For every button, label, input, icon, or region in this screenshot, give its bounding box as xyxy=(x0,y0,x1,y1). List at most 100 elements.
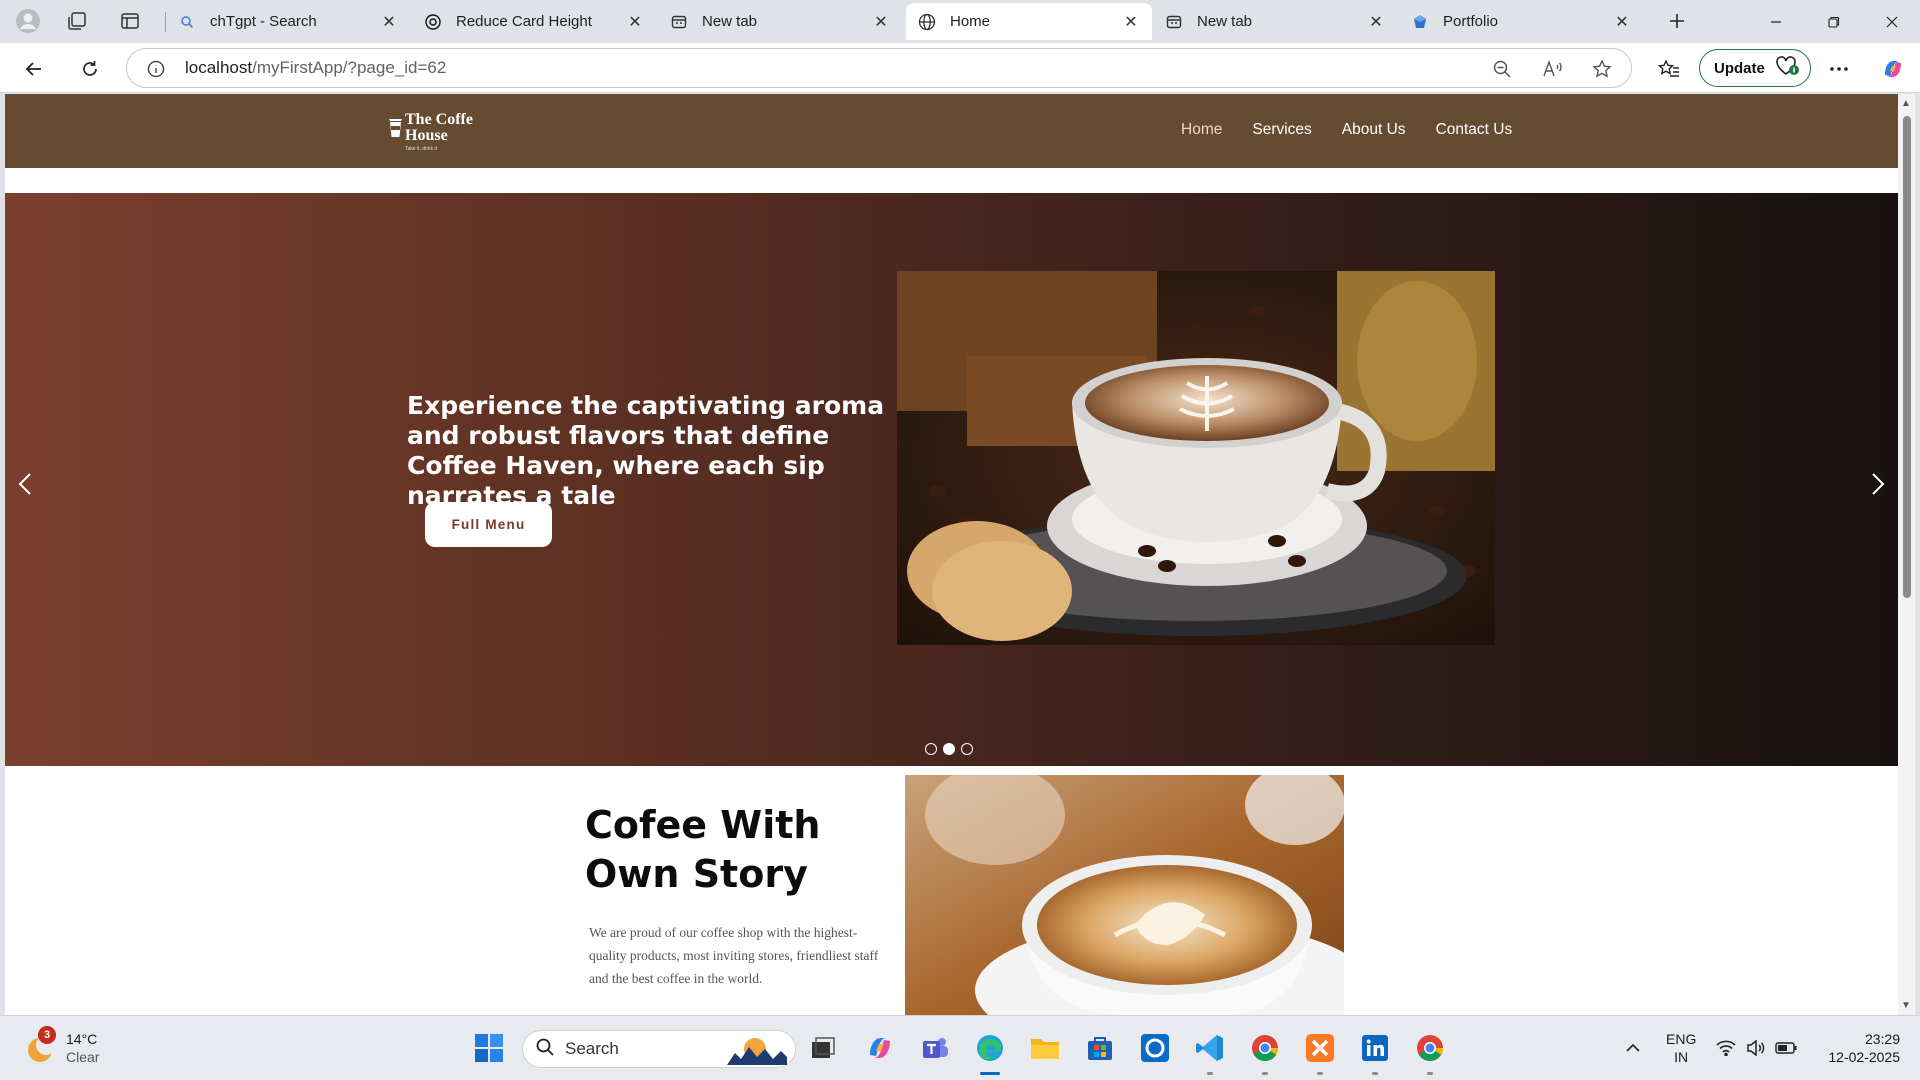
chrome-icon-2[interactable] xyxy=(1412,1030,1448,1075)
restore-icon[interactable] xyxy=(1806,0,1862,43)
browser-toolbar: localhost/myFirstApp/?page_id=62 Update xyxy=(0,43,1920,93)
weather-badge: 3 xyxy=(38,1026,56,1044)
edge-browser-icon[interactable] xyxy=(972,1030,1008,1075)
windows-taskbar: 3 14°C Clear Search ENG IN 23:29 12-02-2… xyxy=(0,1015,1920,1080)
tab-new-tab[interactable]: New tab ✕ xyxy=(658,3,902,40)
nav-home[interactable]: Home xyxy=(1181,121,1222,139)
close-icon[interactable]: ✕ xyxy=(1122,13,1140,31)
carousel-indicators xyxy=(925,743,973,755)
carousel-dot-2[interactable] xyxy=(943,743,955,755)
nav-about-us[interactable]: About Us xyxy=(1342,121,1406,139)
close-icon[interactable]: ✕ xyxy=(872,13,890,31)
carousel-dot-1[interactable] xyxy=(925,743,937,755)
taskbar-search[interactable]: Search xyxy=(522,1030,796,1068)
url-text[interactable]: localhost/myFirstApp/?page_id=62 xyxy=(185,58,446,78)
tab-home[interactable]: Home ✕ xyxy=(906,3,1152,40)
nav-services[interactable]: Services xyxy=(1252,121,1311,139)
zoom-out-icon[interactable] xyxy=(1489,56,1515,82)
refresh-icon[interactable] xyxy=(73,52,107,86)
weather-moon-icon: 3 xyxy=(24,1026,56,1064)
scroll-up-icon[interactable]: ▲ xyxy=(1901,98,1911,109)
hero-headline: Experience the captivating aroma and rob… xyxy=(407,391,885,510)
xampp-icon[interactable] xyxy=(1302,1030,1338,1075)
site-logo[interactable]: The Coffe House Take it, drink it xyxy=(388,112,473,152)
hero-carousel: Experience the captivating aroma and rob… xyxy=(5,193,1898,766)
address-bar[interactable]: localhost/myFirstApp/?page_id=62 xyxy=(126,48,1632,88)
vertical-tabs-icon[interactable] xyxy=(114,6,146,36)
battery-icon[interactable] xyxy=(1768,1030,1804,1066)
tab-portfolio[interactable]: Portfolio ✕ xyxy=(1399,3,1643,40)
language-code: ENG xyxy=(1666,1031,1697,1047)
new-tab-button[interactable] xyxy=(1661,6,1693,36)
search-highlight-icon xyxy=(727,1035,787,1070)
weather-temp: 14°C xyxy=(66,1031,98,1047)
page-viewport: The Coffe House Take it, drink it Home S… xyxy=(5,94,1898,1015)
workspaces-icon[interactable] xyxy=(61,6,93,36)
tab-strip: chTgpt - Search ✕ Reduce Card Height ✕ N… xyxy=(0,0,1920,43)
back-icon[interactable] xyxy=(17,52,51,86)
portfolio-icon xyxy=(1411,13,1429,31)
nav-contact-us[interactable]: Contact Us xyxy=(1436,121,1513,139)
language-indicator[interactable]: ENG IN xyxy=(1666,1030,1696,1066)
favorites-icon[interactable] xyxy=(1652,52,1686,86)
microsoft-store-icon[interactable] xyxy=(1082,1030,1118,1066)
chrome-icon[interactable] xyxy=(1247,1030,1283,1075)
tab-chtgpt-search[interactable]: chTgpt - Search ✕ xyxy=(166,3,410,40)
tab-title: New tab xyxy=(702,13,758,30)
page-scrollbar[interactable]: ▲ ▼ xyxy=(1898,94,1915,1015)
chevron-up-icon[interactable] xyxy=(1615,1030,1651,1066)
full-menu-button[interactable]: Full Menu xyxy=(425,502,552,547)
clock-date: 12-02-2025 xyxy=(1828,1049,1900,1065)
carousel-prev-icon[interactable] xyxy=(10,469,40,499)
url-host: localhost xyxy=(185,58,253,77)
more-options-icon[interactable] xyxy=(1822,52,1856,86)
teams-icon[interactable] xyxy=(917,1030,953,1066)
site-info-icon[interactable] xyxy=(143,56,169,82)
windows-start-icon[interactable] xyxy=(471,1030,507,1066)
close-icon[interactable]: ✕ xyxy=(626,13,644,31)
site-nav: Home Services About Us Contact Us xyxy=(1181,121,1512,139)
coffee-cup-icon xyxy=(388,116,403,143)
update-button[interactable]: Update xyxy=(1699,49,1811,87)
system-clock[interactable]: 23:29 12-02-2025 xyxy=(1818,1030,1900,1066)
file-explorer-icon[interactable] xyxy=(1027,1030,1063,1066)
tab-reduce-card-height[interactable]: Reduce Card Height ✕ xyxy=(412,3,656,40)
carousel-dot-3[interactable] xyxy=(961,743,973,755)
close-icon[interactable]: ✕ xyxy=(1613,13,1631,31)
vscode-icon[interactable] xyxy=(1192,1030,1228,1075)
copilot-icon[interactable] xyxy=(1876,52,1910,86)
close-window-icon[interactable] xyxy=(1864,0,1920,43)
newtab-icon xyxy=(670,13,688,31)
read-aloud-icon[interactable] xyxy=(1540,56,1566,82)
weather-widget[interactable]: 3 14°C Clear xyxy=(24,1026,100,1066)
minimize-icon[interactable] xyxy=(1748,0,1804,43)
story-section: Cofee With Own Story We are proud of our… xyxy=(5,775,1898,1015)
close-icon[interactable]: ✕ xyxy=(1367,13,1385,31)
profile-icon[interactable] xyxy=(12,6,44,36)
logo-line-2: House xyxy=(405,127,448,144)
scroll-down-icon[interactable]: ▼ xyxy=(1901,1000,1911,1011)
chatgpt-icon xyxy=(424,13,442,31)
tab-title: Portfolio xyxy=(1443,13,1499,30)
favorite-star-icon[interactable] xyxy=(1589,56,1615,82)
carousel-next-icon[interactable] xyxy=(1863,469,1893,499)
globe-icon xyxy=(918,13,936,31)
cortana-icon[interactable] xyxy=(1137,1030,1173,1066)
newtab-icon xyxy=(1165,13,1183,31)
site-header: The Coffe House Take it, drink it Home S… xyxy=(5,94,1898,168)
scrollbar-thumb[interactable] xyxy=(1903,116,1911,598)
close-icon[interactable]: ✕ xyxy=(380,13,398,31)
update-label: Update xyxy=(1714,59,1765,77)
tab-new-tab-2[interactable]: New tab ✕ xyxy=(1153,3,1397,40)
clock-time: 23:29 xyxy=(1864,1031,1900,1047)
hero-coffee-image xyxy=(897,271,1495,645)
copilot-app-icon[interactable] xyxy=(862,1030,898,1066)
url-path: /myFirstApp/?page_id=62 xyxy=(252,58,447,77)
linkedin-icon[interactable] xyxy=(1357,1030,1393,1075)
tab-title: New tab xyxy=(1197,13,1253,30)
latte-image xyxy=(905,775,1344,1015)
task-view-icon[interactable] xyxy=(805,1030,841,1066)
search-label: Search xyxy=(565,1039,619,1058)
tab-title: Home xyxy=(950,13,991,30)
weather-condition: Clear xyxy=(66,1049,100,1065)
